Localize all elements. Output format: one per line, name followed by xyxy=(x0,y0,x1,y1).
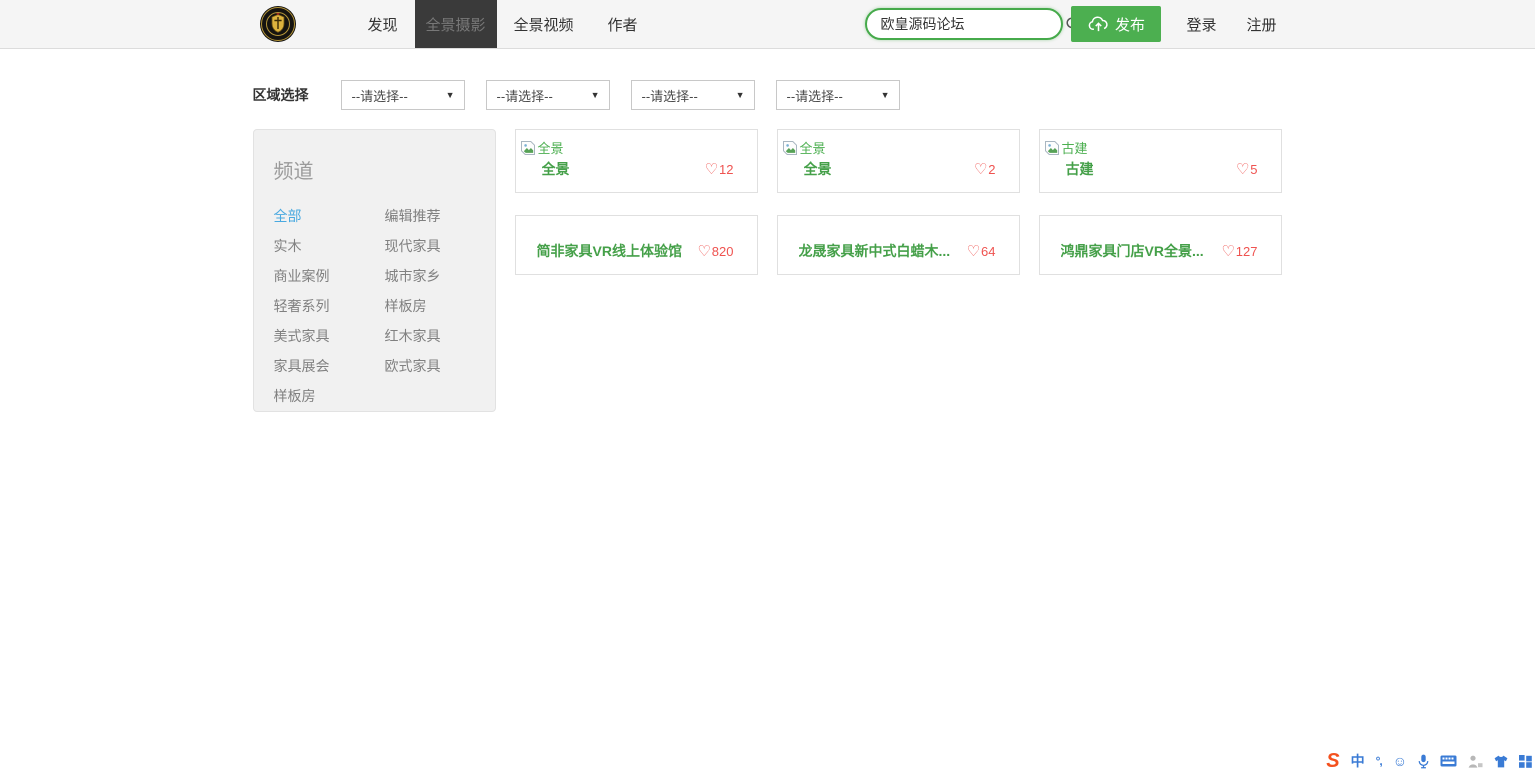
card-title[interactable]: 龙晟家具新中式白蜡木... xyxy=(799,241,951,261)
card-title[interactable]: 古建 xyxy=(1066,159,1094,179)
card-title[interactable]: 全景 xyxy=(804,159,832,179)
card-title[interactable]: 简非家具VR线上体验馆 xyxy=(537,241,682,261)
like-count: 820 xyxy=(712,244,734,259)
sogou-logo-icon[interactable]: S xyxy=(1326,751,1339,771)
channel-sidebar: 频道 全部 编辑推荐 实木 现代家具 商业案例 城市家乡 轻奢系列 样板房 美式… xyxy=(253,129,496,412)
dropdown-arrow-icon: ▼ xyxy=(736,90,745,100)
channel-title: 频道 xyxy=(274,155,475,184)
heart-icon: ♡ xyxy=(705,162,718,177)
like-counter[interactable]: ♡ 127 xyxy=(1221,244,1257,259)
simplified-traditional-icon[interactable] xyxy=(1468,755,1483,768)
channel-item-all[interactable]: 全部 xyxy=(274,206,385,226)
channel-item-editor-picks[interactable]: 编辑推荐 xyxy=(385,206,477,226)
dropdown-arrow-icon: ▼ xyxy=(881,90,890,100)
select-value: --请选择-- xyxy=(642,86,698,105)
image-alt-text: 古建 xyxy=(1062,138,1088,157)
dropdown-arrow-icon: ▼ xyxy=(591,90,600,100)
panorama-card-5[interactable]: 龙晟家具新中式白蜡木... ♡ 64 xyxy=(777,215,1020,275)
channel-item-modern-furniture[interactable]: 现代家具 xyxy=(385,236,477,256)
site-logo[interactable] xyxy=(259,5,297,43)
region-select-4[interactable]: --请选择-- ▼ xyxy=(776,80,900,110)
panorama-card-1[interactable]: 全景 全景 ♡ 12 xyxy=(515,129,758,193)
image-alt-text: 全景 xyxy=(800,138,826,157)
skin-icon[interactable] xyxy=(1494,755,1508,768)
channel-item-rosewood-furniture[interactable]: 红木家具 xyxy=(385,326,477,346)
panorama-card-2[interactable]: 全景 全景 ♡ 2 xyxy=(777,129,1020,193)
heart-icon: ♡ xyxy=(967,244,980,259)
nav-item-authors[interactable]: 作者 xyxy=(591,0,655,48)
like-count: 127 xyxy=(1236,244,1258,259)
like-count: 12 xyxy=(719,162,733,177)
channel-item-european-furniture[interactable]: 欧式家具 xyxy=(385,356,477,376)
publish-button[interactable]: 发布 xyxy=(1071,6,1161,42)
region-filter-label: 区域选择 xyxy=(253,80,341,110)
region-select-2[interactable]: --请选择-- ▼ xyxy=(486,80,610,110)
header-right-group: 发布 登录 注册 xyxy=(865,6,1282,42)
broken-image-icon xyxy=(520,140,536,156)
nav-item-panorama-photography[interactable]: 全景摄影 xyxy=(415,0,497,48)
broken-image-icon xyxy=(782,140,798,156)
login-link[interactable]: 登录 xyxy=(1186,14,1216,35)
select-value: --请选择-- xyxy=(352,86,408,105)
like-count: 5 xyxy=(1250,162,1257,177)
region-select-3[interactable]: --请选择-- ▼ xyxy=(631,80,755,110)
nav-item-discover[interactable]: 发现 xyxy=(351,0,415,48)
channel-item-business-cases[interactable]: 商业案例 xyxy=(274,266,385,286)
channel-item-american-furniture[interactable]: 美式家具 xyxy=(274,326,385,346)
punctuation-icon[interactable]: °, xyxy=(1376,755,1382,767)
card-title[interactable]: 全景 xyxy=(542,159,570,179)
like-counter[interactable]: ♡ 12 xyxy=(705,162,734,177)
emoji-icon[interactable]: ☺ xyxy=(1393,754,1407,768)
channel-item-furniture-expo[interactable]: 家具展会 xyxy=(274,356,385,376)
region-filter-section: 区域选择 --请选择-- ▼ --请选择-- ▼ --请选择-- ▼ --请选择… xyxy=(253,80,1283,110)
microphone-icon[interactable] xyxy=(1418,754,1429,769)
select-value: --请选择-- xyxy=(787,86,843,105)
like-counter[interactable]: ♡ 5 xyxy=(1236,162,1258,177)
channel-item-solid-wood[interactable]: 实木 xyxy=(274,236,385,256)
panorama-card-6[interactable]: 鸿鼎家具门店VR全景... ♡ 127 xyxy=(1039,215,1282,275)
channel-list: 全部 编辑推荐 实木 现代家具 商业案例 城市家乡 轻奢系列 样板房 美式家具 … xyxy=(274,201,475,411)
panorama-card-3[interactable]: 古建 古建 ♡ 5 xyxy=(1039,129,1282,193)
ime-toolbar: S 中 °, ☺ xyxy=(1326,752,1532,770)
like-counter[interactable]: ♡ 820 xyxy=(697,244,733,259)
broken-image-icon xyxy=(1044,140,1060,156)
region-selects: --请选择-- ▼ --请选择-- ▼ --请选择-- ▼ --请选择-- ▼ xyxy=(341,80,901,110)
register-link[interactable]: 注册 xyxy=(1246,14,1276,35)
card-title[interactable]: 鸿鼎家具门店VR全景... xyxy=(1061,241,1204,261)
top-header: 发现 全景摄影 全景视频 作者 发布 xyxy=(0,0,1535,49)
nav-item-panorama-video[interactable]: 全景视频 xyxy=(497,0,591,48)
dropdown-arrow-icon: ▼ xyxy=(446,90,455,100)
search-input[interactable] xyxy=(867,16,1065,32)
image-alt-text: 全景 xyxy=(538,138,564,157)
region-select-1[interactable]: --请选择-- ▼ xyxy=(341,80,465,110)
like-counter[interactable]: ♡ 64 xyxy=(967,244,996,259)
publish-label: 发布 xyxy=(1115,14,1145,35)
toolbox-icon[interactable] xyxy=(1519,755,1532,768)
channel-item-show-room[interactable]: 样板房 xyxy=(385,296,477,316)
like-counter[interactable]: ♡ 2 xyxy=(974,162,996,177)
heart-icon: ♡ xyxy=(1236,162,1249,177)
crest-logo-icon xyxy=(259,5,297,43)
cloud-upload-icon xyxy=(1088,16,1109,33)
panorama-card-grid: 全景 全景 ♡ 12 全景 xyxy=(515,129,1282,275)
like-count: 2 xyxy=(988,162,995,177)
like-count: 64 xyxy=(981,244,995,259)
channel-item-city-hometown[interactable]: 城市家乡 xyxy=(385,266,477,286)
chinese-mode-icon[interactable]: 中 xyxy=(1351,754,1365,768)
panorama-card-4[interactable]: 简非家具VR线上体验馆 ♡ 820 xyxy=(515,215,758,275)
soft-keyboard-icon[interactable] xyxy=(1440,755,1457,767)
search-box xyxy=(865,8,1063,40)
heart-icon: ♡ xyxy=(974,162,987,177)
select-value: --请选择-- xyxy=(497,86,553,105)
channel-item-show-room-2[interactable]: 样板房 xyxy=(274,386,385,406)
channel-item-light-luxury[interactable]: 轻奢系列 xyxy=(274,296,385,316)
heart-icon: ♡ xyxy=(697,244,710,259)
main-nav: 发现 全景摄影 全景视频 作者 xyxy=(351,0,655,48)
heart-icon: ♡ xyxy=(1221,244,1234,259)
